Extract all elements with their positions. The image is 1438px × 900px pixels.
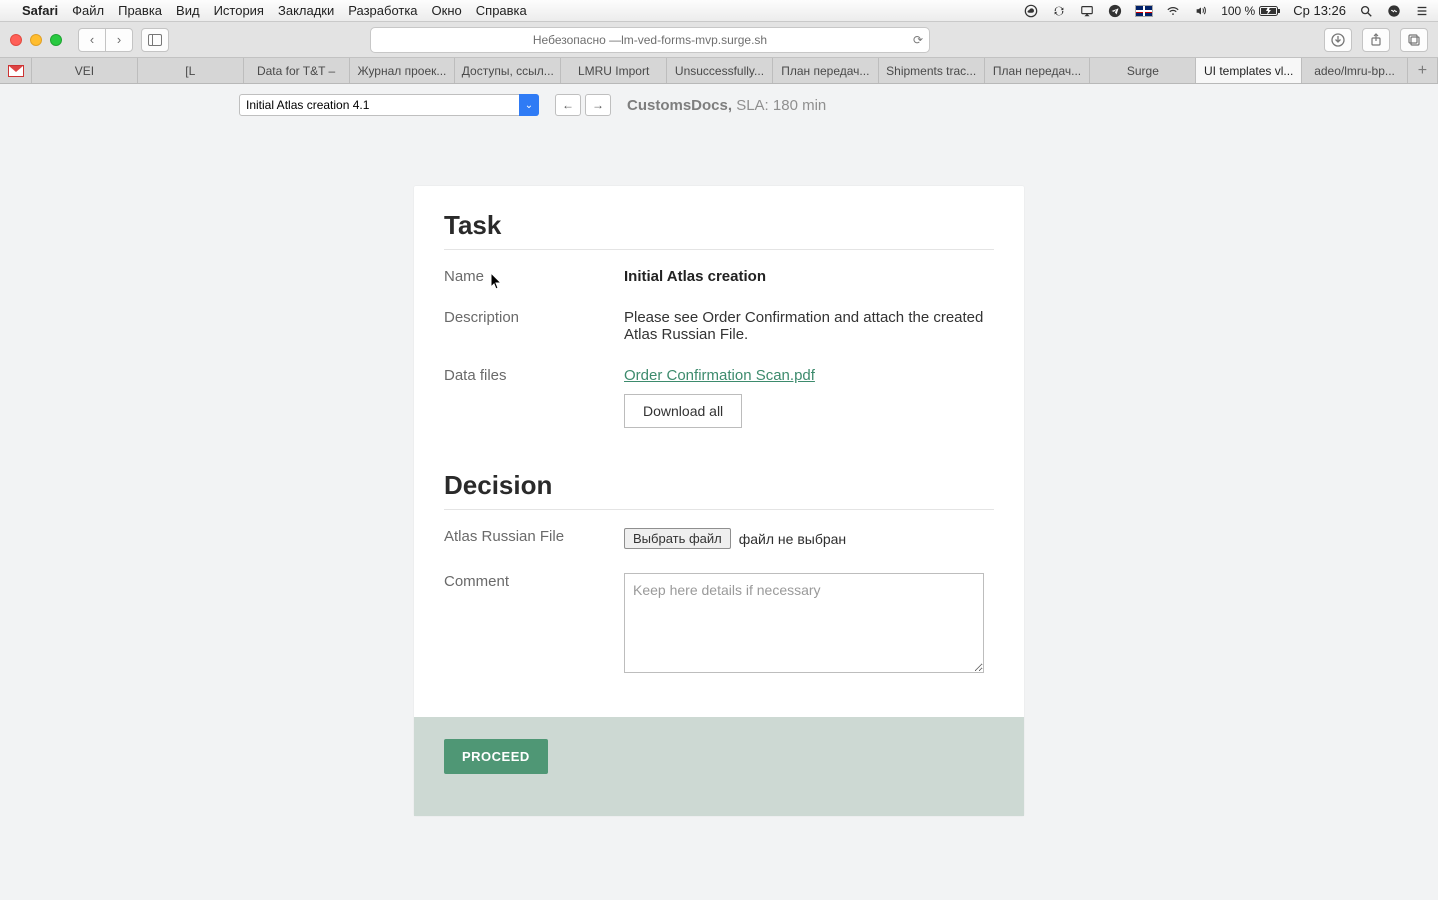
tab-3[interactable]: Журнал проек...	[350, 58, 456, 83]
menu-window[interactable]: Окно	[432, 3, 462, 18]
comment-textarea[interactable]	[624, 573, 984, 673]
tab-1[interactable]: [L	[138, 58, 244, 83]
macos-menubar: Safari Файл Правка Вид История Закладки …	[0, 0, 1438, 22]
file-status: файл не выбран	[739, 531, 846, 547]
task-name-value: Initial Atlas creation	[624, 268, 994, 285]
menu-view[interactable]: Вид	[176, 3, 200, 18]
decision-heading: Decision	[444, 470, 994, 510]
next-task-button[interactable]: →	[585, 94, 611, 116]
sla-app-name: CustomsDocs,	[627, 97, 732, 114]
sla-value: SLA: 180 min	[736, 97, 826, 114]
address-bar[interactable]: Небезопасно — lm-ved-forms-mvp.surge.sh …	[370, 27, 930, 53]
sidebar-toggle-button[interactable]	[141, 28, 169, 52]
reload-icon[interactable]: ⟳	[913, 33, 923, 47]
tab-9[interactable]: План передач...	[985, 58, 1091, 83]
tab-7[interactable]: План передач...	[773, 58, 879, 83]
creative-cloud-icon[interactable]	[1023, 4, 1039, 18]
tab-12[interactable]: adeo/lmru-bp...	[1302, 58, 1408, 83]
clock[interactable]: Ср 13:26	[1293, 3, 1346, 18]
page-viewport[interactable]: Initial Atlas creation 4.1 ⌄ ← → Customs…	[0, 84, 1438, 900]
task-desc-label: Description	[444, 309, 624, 343]
task-heading: Task	[444, 210, 994, 250]
decision-file-label: Atlas Russian File	[444, 528, 624, 549]
sync-icon[interactable]	[1051, 4, 1067, 18]
tab-4[interactable]: Доступы, ссыл...	[455, 58, 561, 83]
gmail-icon	[8, 65, 24, 77]
task-select-wrapper: Initial Atlas creation 4.1 ⌄	[239, 94, 539, 116]
tab-8[interactable]: Shipments trac...	[879, 58, 985, 83]
wifi-icon[interactable]	[1165, 4, 1181, 18]
choose-file-button[interactable]: Выбрать файл	[624, 528, 731, 549]
menu-help[interactable]: Справка	[476, 3, 527, 18]
window-controls	[10, 34, 62, 46]
airplay-icon[interactable]	[1079, 4, 1095, 18]
task-files-label: Data files	[444, 367, 624, 428]
battery-indicator[interactable]: 100 %	[1221, 4, 1281, 18]
new-tab-button[interactable]: +	[1408, 58, 1438, 83]
back-button[interactable]: ‹	[78, 28, 106, 52]
volume-icon[interactable]	[1193, 4, 1209, 18]
prev-task-button[interactable]: ←	[555, 94, 581, 116]
tab-11-active[interactable]: UI templates vl...	[1196, 58, 1302, 83]
tab-10[interactable]: Surge	[1090, 58, 1196, 83]
task-select[interactable]: Initial Atlas creation 4.1	[239, 94, 539, 116]
file-link[interactable]: Order Confirmation Scan.pdf	[624, 367, 815, 384]
browser-tabbar: VEI [L Data for T&T – Журнал проек... До…	[0, 58, 1438, 84]
minimize-window-button[interactable]	[30, 34, 42, 46]
tab-2[interactable]: Data for T&T –	[244, 58, 350, 83]
notification-center-icon[interactable]	[1414, 4, 1430, 18]
share-button[interactable]	[1362, 28, 1390, 52]
pinned-tab-gmail[interactable]	[0, 58, 32, 83]
menu-edit[interactable]: Правка	[118, 3, 162, 18]
tab-6[interactable]: Unsuccessfully...	[667, 58, 773, 83]
task-card: Task Name Initial Atlas creation Descrip…	[414, 186, 1024, 816]
browser-toolbar: ‹ › Небезопасно — lm-ved-forms-mvp.surge…	[0, 22, 1438, 58]
tab-0[interactable]: VEI	[32, 58, 138, 83]
tabs-overview-button[interactable]	[1400, 28, 1428, 52]
telegram-icon[interactable]	[1107, 4, 1123, 18]
address-insecure-label: Небезопасно —	[533, 33, 621, 47]
forward-button[interactable]: ›	[105, 28, 133, 52]
zoom-window-button[interactable]	[50, 34, 62, 46]
tab-5[interactable]: LMRU Import	[561, 58, 667, 83]
download-all-button[interactable]: Download all	[624, 394, 742, 428]
menu-file[interactable]: Файл	[72, 3, 104, 18]
close-window-button[interactable]	[10, 34, 22, 46]
task-name-label: Name	[444, 268, 624, 285]
menu-history[interactable]: История	[214, 3, 264, 18]
proceed-button[interactable]: PROCEED	[444, 739, 548, 774]
page-header: Initial Atlas creation 4.1 ⌄ ← → Customs…	[219, 94, 1219, 116]
battery-percent: 100 %	[1221, 4, 1255, 18]
nav-buttons: ‹ ›	[78, 28, 133, 52]
menu-bookmarks[interactable]: Закладки	[278, 3, 334, 18]
menu-develop[interactable]: Разработка	[348, 3, 417, 18]
downloads-button[interactable]	[1324, 28, 1352, 52]
comment-label: Comment	[444, 573, 624, 677]
card-footer: PROCEED	[414, 717, 1024, 816]
spotlight-icon[interactable]	[1358, 4, 1374, 18]
siri-icon[interactable]	[1386, 4, 1402, 18]
address-host: lm-ved-forms-mvp.surge.sh	[621, 33, 767, 47]
app-menu[interactable]: Safari	[22, 3, 58, 18]
sla-label: CustomsDocs, SLA: 180 min	[627, 97, 826, 114]
input-language-flag-icon[interactable]	[1135, 5, 1153, 17]
task-desc-value: Please see Order Confirmation and attach…	[624, 309, 994, 343]
